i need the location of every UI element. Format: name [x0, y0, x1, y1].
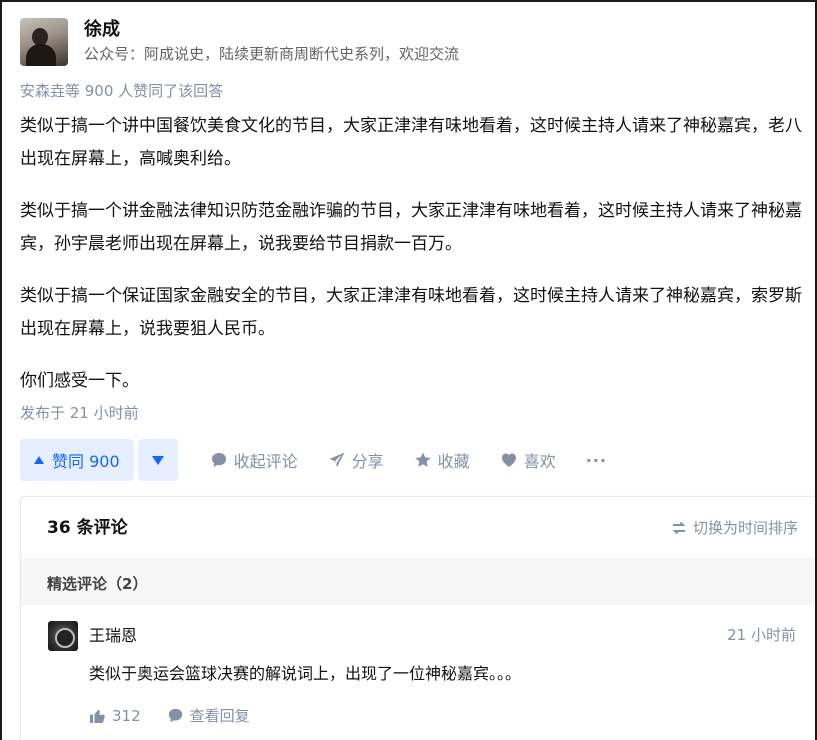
comment-like-button[interactable]: 312 — [89, 707, 141, 725]
comments-header: 36 条评论 切换为时间排序 — [21, 497, 815, 559]
comment-like-count: 312 — [112, 706, 141, 725]
sort-toggle-label: 切换为时间排序 — [692, 519, 798, 537]
answer-paragraph: 类似于搞一个保证国家金融安全的节目，大家正津津有味地看着，这时候主持人请来了神秘… — [20, 286, 802, 339]
downvote-button[interactable] — [137, 439, 178, 481]
answer-card: 徐成 公众号：阿成说史，陆续更新商周断代史系列，欢迎交流 安森垚等 900 人赞… — [0, 0, 817, 740]
thumbs-up-icon — [90, 709, 105, 723]
author-bio: 公众号：阿成说史，陆续更新商周断代史系列，欢迎交流 — [84, 45, 460, 63]
published-time[interactable]: 发布于 21 小时前 — [20, 403, 139, 423]
favorite-label: 收藏 — [437, 452, 470, 471]
more-dots-icon: ··· — [585, 450, 607, 470]
answer-paragraph: 类似于搞一个讲金融法律知识防范金融诈骗的节目，大家正津津有味地看着，这时候主持人… — [20, 201, 802, 254]
commenter-avatar[interactable] — [48, 621, 78, 651]
author-avatar[interactable] — [20, 18, 68, 66]
author-info: 徐成 公众号：阿成说史，陆续更新商周断代史系列，欢迎交流 — [84, 18, 459, 70]
comment-bubble-icon — [211, 453, 226, 467]
like-button[interactable]: 喜欢 — [500, 448, 556, 472]
heart-icon — [501, 453, 516, 467]
comment-actions: 312 查看回复 — [89, 705, 250, 726]
upvoters-summary[interactable]: 安森垚等 900 人赞同了该回答 — [20, 81, 223, 101]
sort-toggle-button[interactable]: 切换为时间排序 — [671, 518, 798, 538]
comments-panel: 36 条评论 切换为时间排序 精选评论（2） 王瑞恩 21 小时前 类似于奥运会… — [20, 496, 815, 740]
comment-bubble-icon — [168, 708, 182, 723]
triangle-up-icon — [34, 456, 44, 464]
share-label: 分享 — [351, 452, 384, 471]
answer-paragraph: 类似于搞一个讲中国餐饮美食文化的节目，大家正津津有味地看着，这时候主持人请来了神… — [20, 116, 802, 169]
toggle-comments-button[interactable]: 收起评论 — [210, 448, 298, 472]
answer-paragraph: 你们感受一下。 — [20, 371, 139, 391]
triangle-down-icon — [151, 455, 164, 465]
upvote-label: 赞同 900 — [52, 452, 120, 471]
share-button[interactable]: 分享 — [328, 448, 384, 472]
author-name[interactable]: 徐成 — [84, 18, 459, 42]
view-replies-button[interactable]: 查看回复 — [167, 705, 250, 726]
star-icon — [415, 452, 431, 467]
like-label: 喜欢 — [523, 452, 556, 471]
view-replies-label: 查看回复 — [189, 707, 250, 725]
send-arrow-icon — [329, 452, 345, 467]
featured-comments-label: 精选评论（2） — [47, 575, 148, 593]
commenter-name[interactable]: 王瑞恩 — [89, 625, 137, 647]
favorite-button[interactable]: 收藏 — [414, 448, 470, 472]
comment-text: 类似于奥运会篮球决赛的解说词上，出现了一位神秘嘉宾。。。 — [89, 664, 522, 683]
upvote-button[interactable]: 赞同 900 — [20, 439, 134, 481]
comment-time: 21 小时前 — [727, 626, 796, 644]
action-bar: 赞同 900 收起评论 分享 收藏 喜欢 ··· — [20, 439, 607, 481]
comments-count: 36 条评论 — [47, 518, 128, 538]
comment-item: 王瑞恩 21 小时前 类似于奥运会篮球决赛的解说词上，出现了一位神秘嘉宾。。。 … — [21, 605, 815, 735]
answer-content: 类似于搞一个讲中国餐饮美食文化的节目，大家正津津有味地看着，这时候主持人请来了神… — [20, 110, 810, 398]
featured-comments-bar: 精选评论（2） — [21, 559, 815, 605]
toggle-comments-label: 收起评论 — [233, 452, 298, 471]
author-header: 徐成 公众号：阿成说史，陆续更新商周断代史系列，欢迎交流 — [20, 18, 459, 70]
swap-arrows-icon — [672, 521, 686, 535]
more-menu-button[interactable]: ··· — [586, 451, 607, 470]
